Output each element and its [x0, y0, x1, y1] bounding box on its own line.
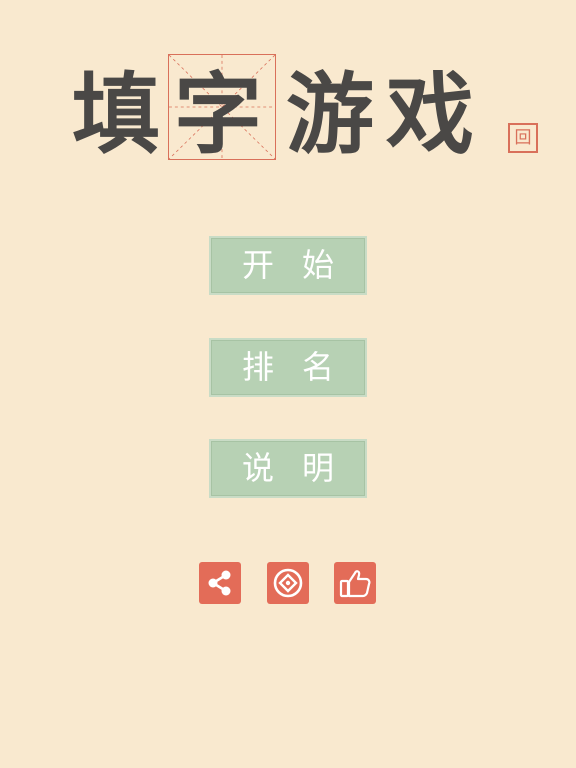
- game-title: 填 字 游 戏: [68, 54, 508, 168]
- coin-button[interactable]: [267, 562, 309, 604]
- seal-stamp: 回: [508, 123, 538, 153]
- title-char-4: 戏: [386, 62, 475, 166]
- share-button[interactable]: [199, 562, 241, 604]
- thumbs-up-icon: [339, 570, 371, 598]
- help-button[interactable]: 说明: [209, 439, 367, 498]
- main-menu-screen: 填 字 游 戏 回 开始 排名 说明: [0, 0, 576, 768]
- like-button[interactable]: [334, 562, 376, 604]
- title-char-2: 字: [174, 62, 263, 166]
- start-button[interactable]: 开始: [209, 236, 367, 295]
- coin-icon: [273, 568, 303, 598]
- title-char-1: 填: [72, 62, 161, 166]
- title-char-3: 游: [286, 62, 375, 166]
- share-icon: [208, 570, 231, 596]
- ranking-button[interactable]: 排名: [209, 338, 367, 397]
